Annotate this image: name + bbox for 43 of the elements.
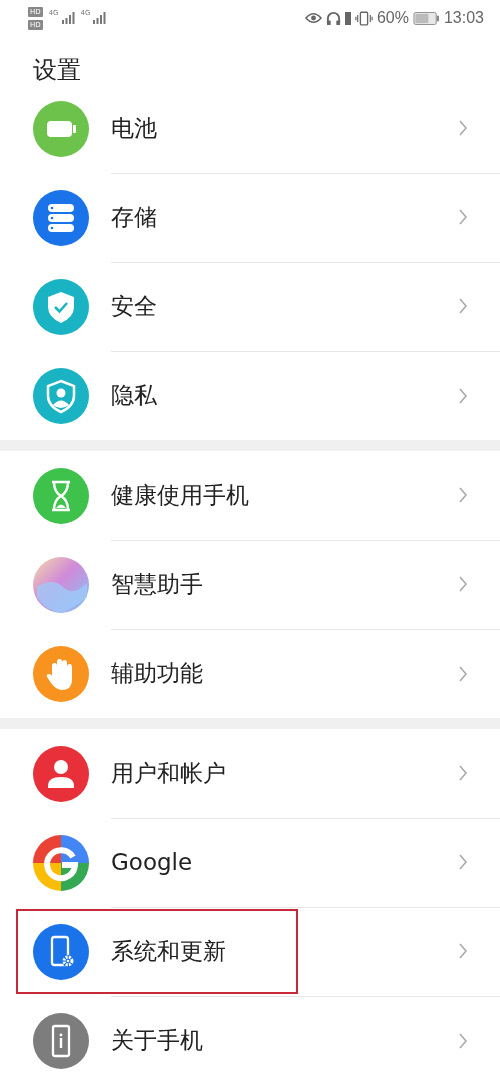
clock: 13:03	[443, 9, 484, 27]
chevron-icon	[458, 297, 468, 315]
settings-item[interactable]: 辅助功能	[0, 629, 500, 718]
vibrate-icon	[354, 10, 373, 26]
settings-item[interactable]: 智慧助手	[0, 540, 500, 629]
settings-item[interactable]: 系统和更新	[0, 907, 500, 996]
battery-percent: 60%	[376, 9, 409, 27]
person-icon	[33, 745, 89, 802]
storage-icon	[33, 189, 89, 246]
gradient-orb-icon	[33, 556, 89, 613]
settings-item[interactable]: 电池	[0, 100, 500, 173]
settings-item[interactable]: 安全	[0, 262, 500, 351]
chevron-icon	[458, 119, 468, 137]
chevron-icon	[458, 575, 468, 593]
shield-person-icon	[33, 367, 89, 424]
chevron-icon	[458, 386, 468, 405]
settings-item[interactable]: 健康使用手机	[0, 451, 500, 540]
signal-icon	[60, 12, 75, 24]
battery-level-icon	[344, 11, 351, 25]
settings-item[interactable]: 隐私	[0, 351, 500, 440]
settings-item[interactable]: 存储	[0, 173, 500, 262]
settings-item[interactable]: Google	[0, 818, 500, 907]
chevron-icon	[458, 1031, 468, 1050]
google-icon	[33, 834, 89, 891]
eye-icon	[304, 12, 322, 24]
battery-icon	[33, 100, 89, 157]
chevron-icon	[458, 764, 468, 782]
chevron-icon	[458, 664, 468, 683]
signal-icon	[92, 12, 107, 24]
chevron-icon	[458, 942, 468, 960]
settings-item[interactable]: 用户和帐户	[0, 729, 500, 818]
chevron-icon	[458, 486, 468, 504]
headphones-icon	[325, 10, 341, 26]
chevron-icon	[458, 208, 468, 226]
phone-info-icon	[33, 1012, 89, 1069]
page-title: 设置	[32, 55, 82, 86]
battery-icon	[412, 11, 440, 25]
hand-icon	[33, 645, 89, 702]
phone-gear-icon	[33, 923, 89, 980]
shield-check-icon	[33, 278, 89, 335]
chevron-icon	[458, 853, 468, 871]
settings-item[interactable]: 关于手机	[0, 996, 500, 1084]
hourglass-icon	[33, 467, 89, 524]
